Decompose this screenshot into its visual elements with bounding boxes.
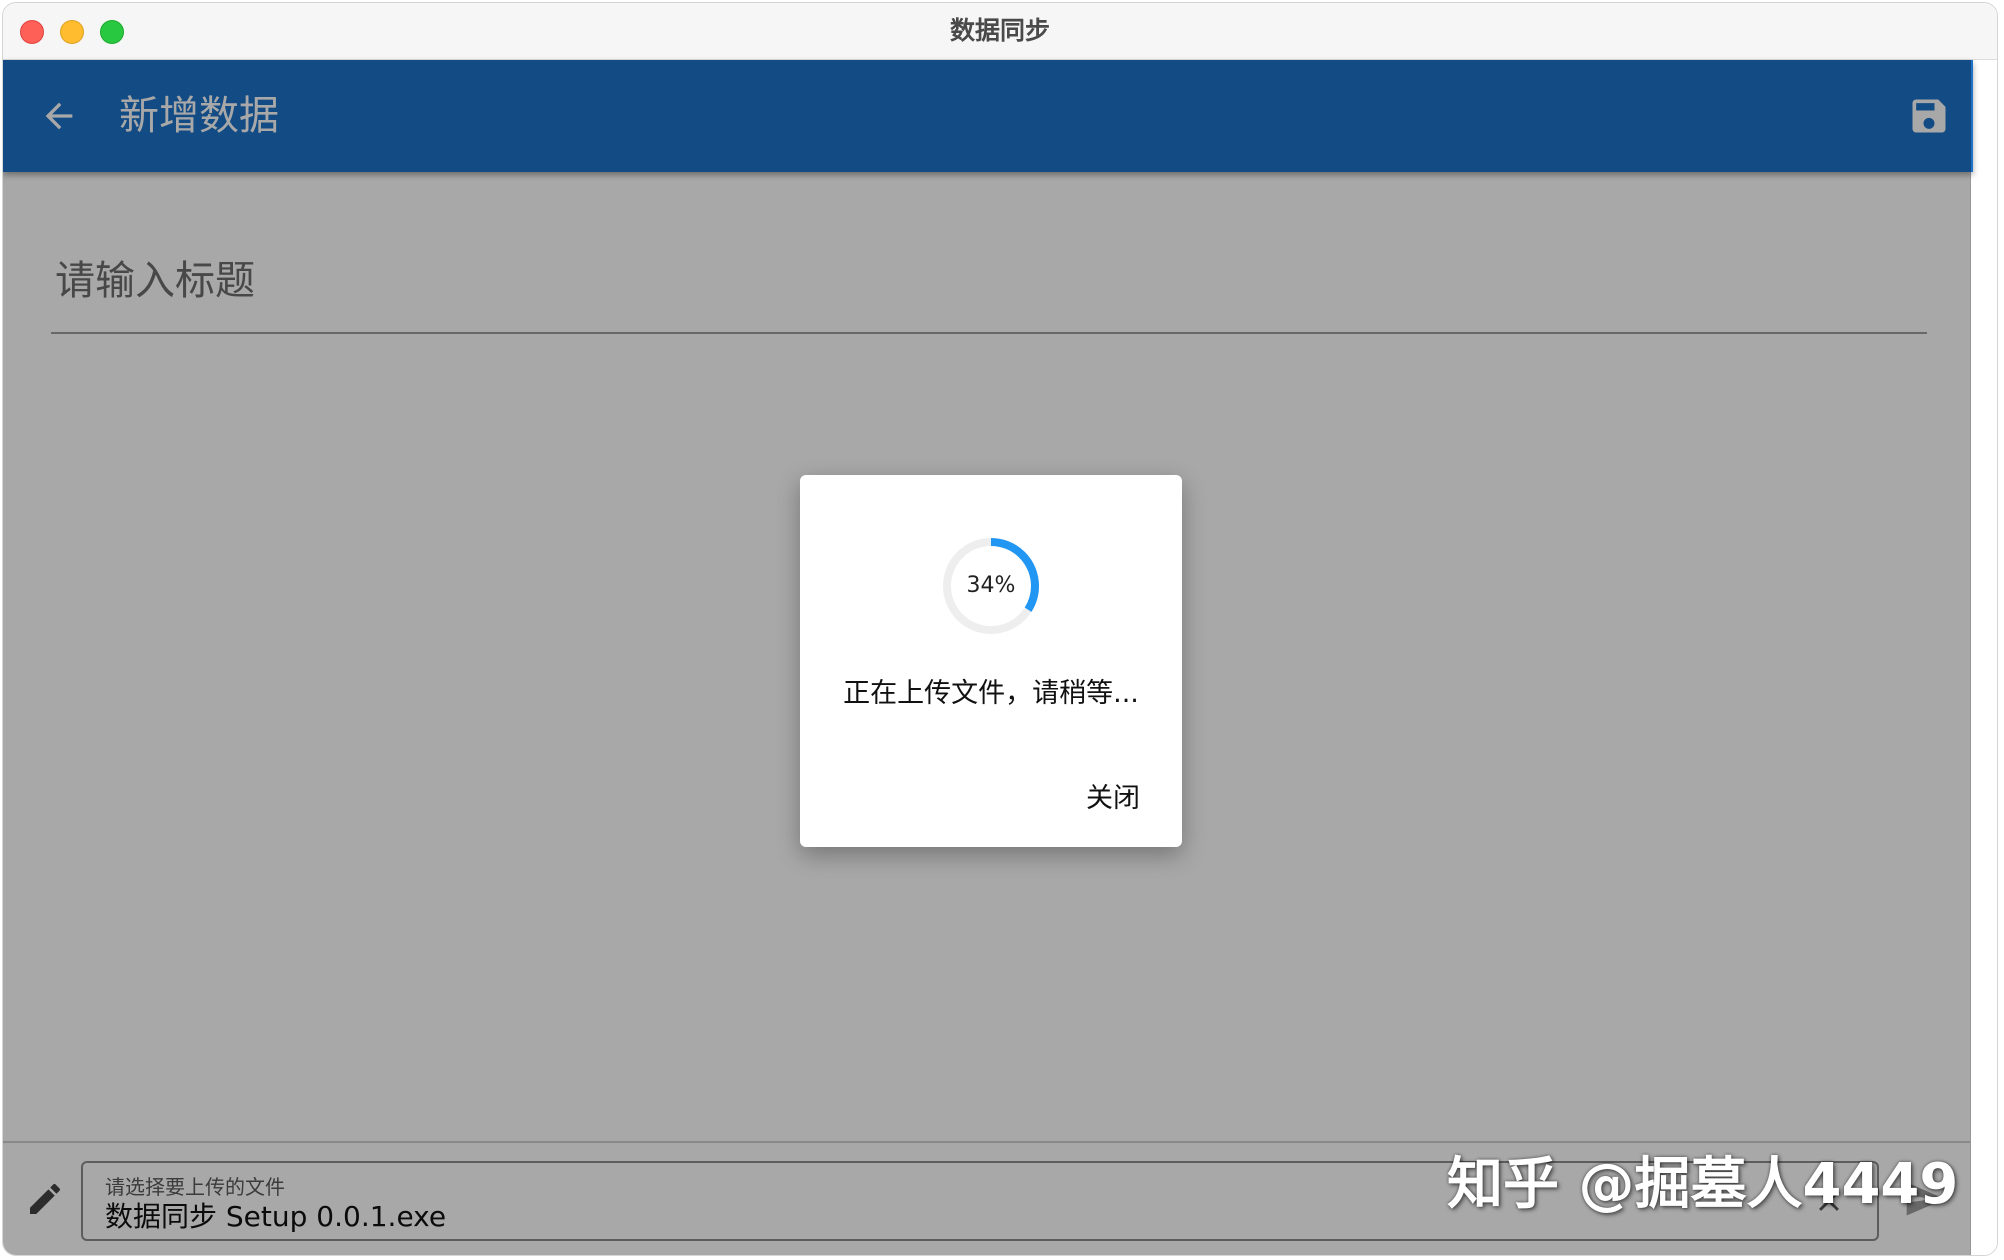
dialog-message: 正在上传文件，请稍等...	[843, 678, 1139, 709]
window-scrollbar[interactable]	[1970, 60, 1997, 1255]
app-window: 数据同步 新增数据 请选择要上传的文件	[2, 2, 1998, 1256]
progress-percent-text: 34%	[966, 573, 1016, 598]
window-title: 数据同步	[949, 16, 1050, 45]
watermark: 知乎 @掘墓人4449	[1447, 1152, 1959, 1217]
upload-progress-dialog: 34% 正在上传文件，请稍等... 关闭	[800, 475, 1182, 847]
window-titlebar[interactable]: 数据同步	[3, 3, 1997, 60]
dialog-close-button[interactable]: 关闭	[1074, 775, 1152, 823]
